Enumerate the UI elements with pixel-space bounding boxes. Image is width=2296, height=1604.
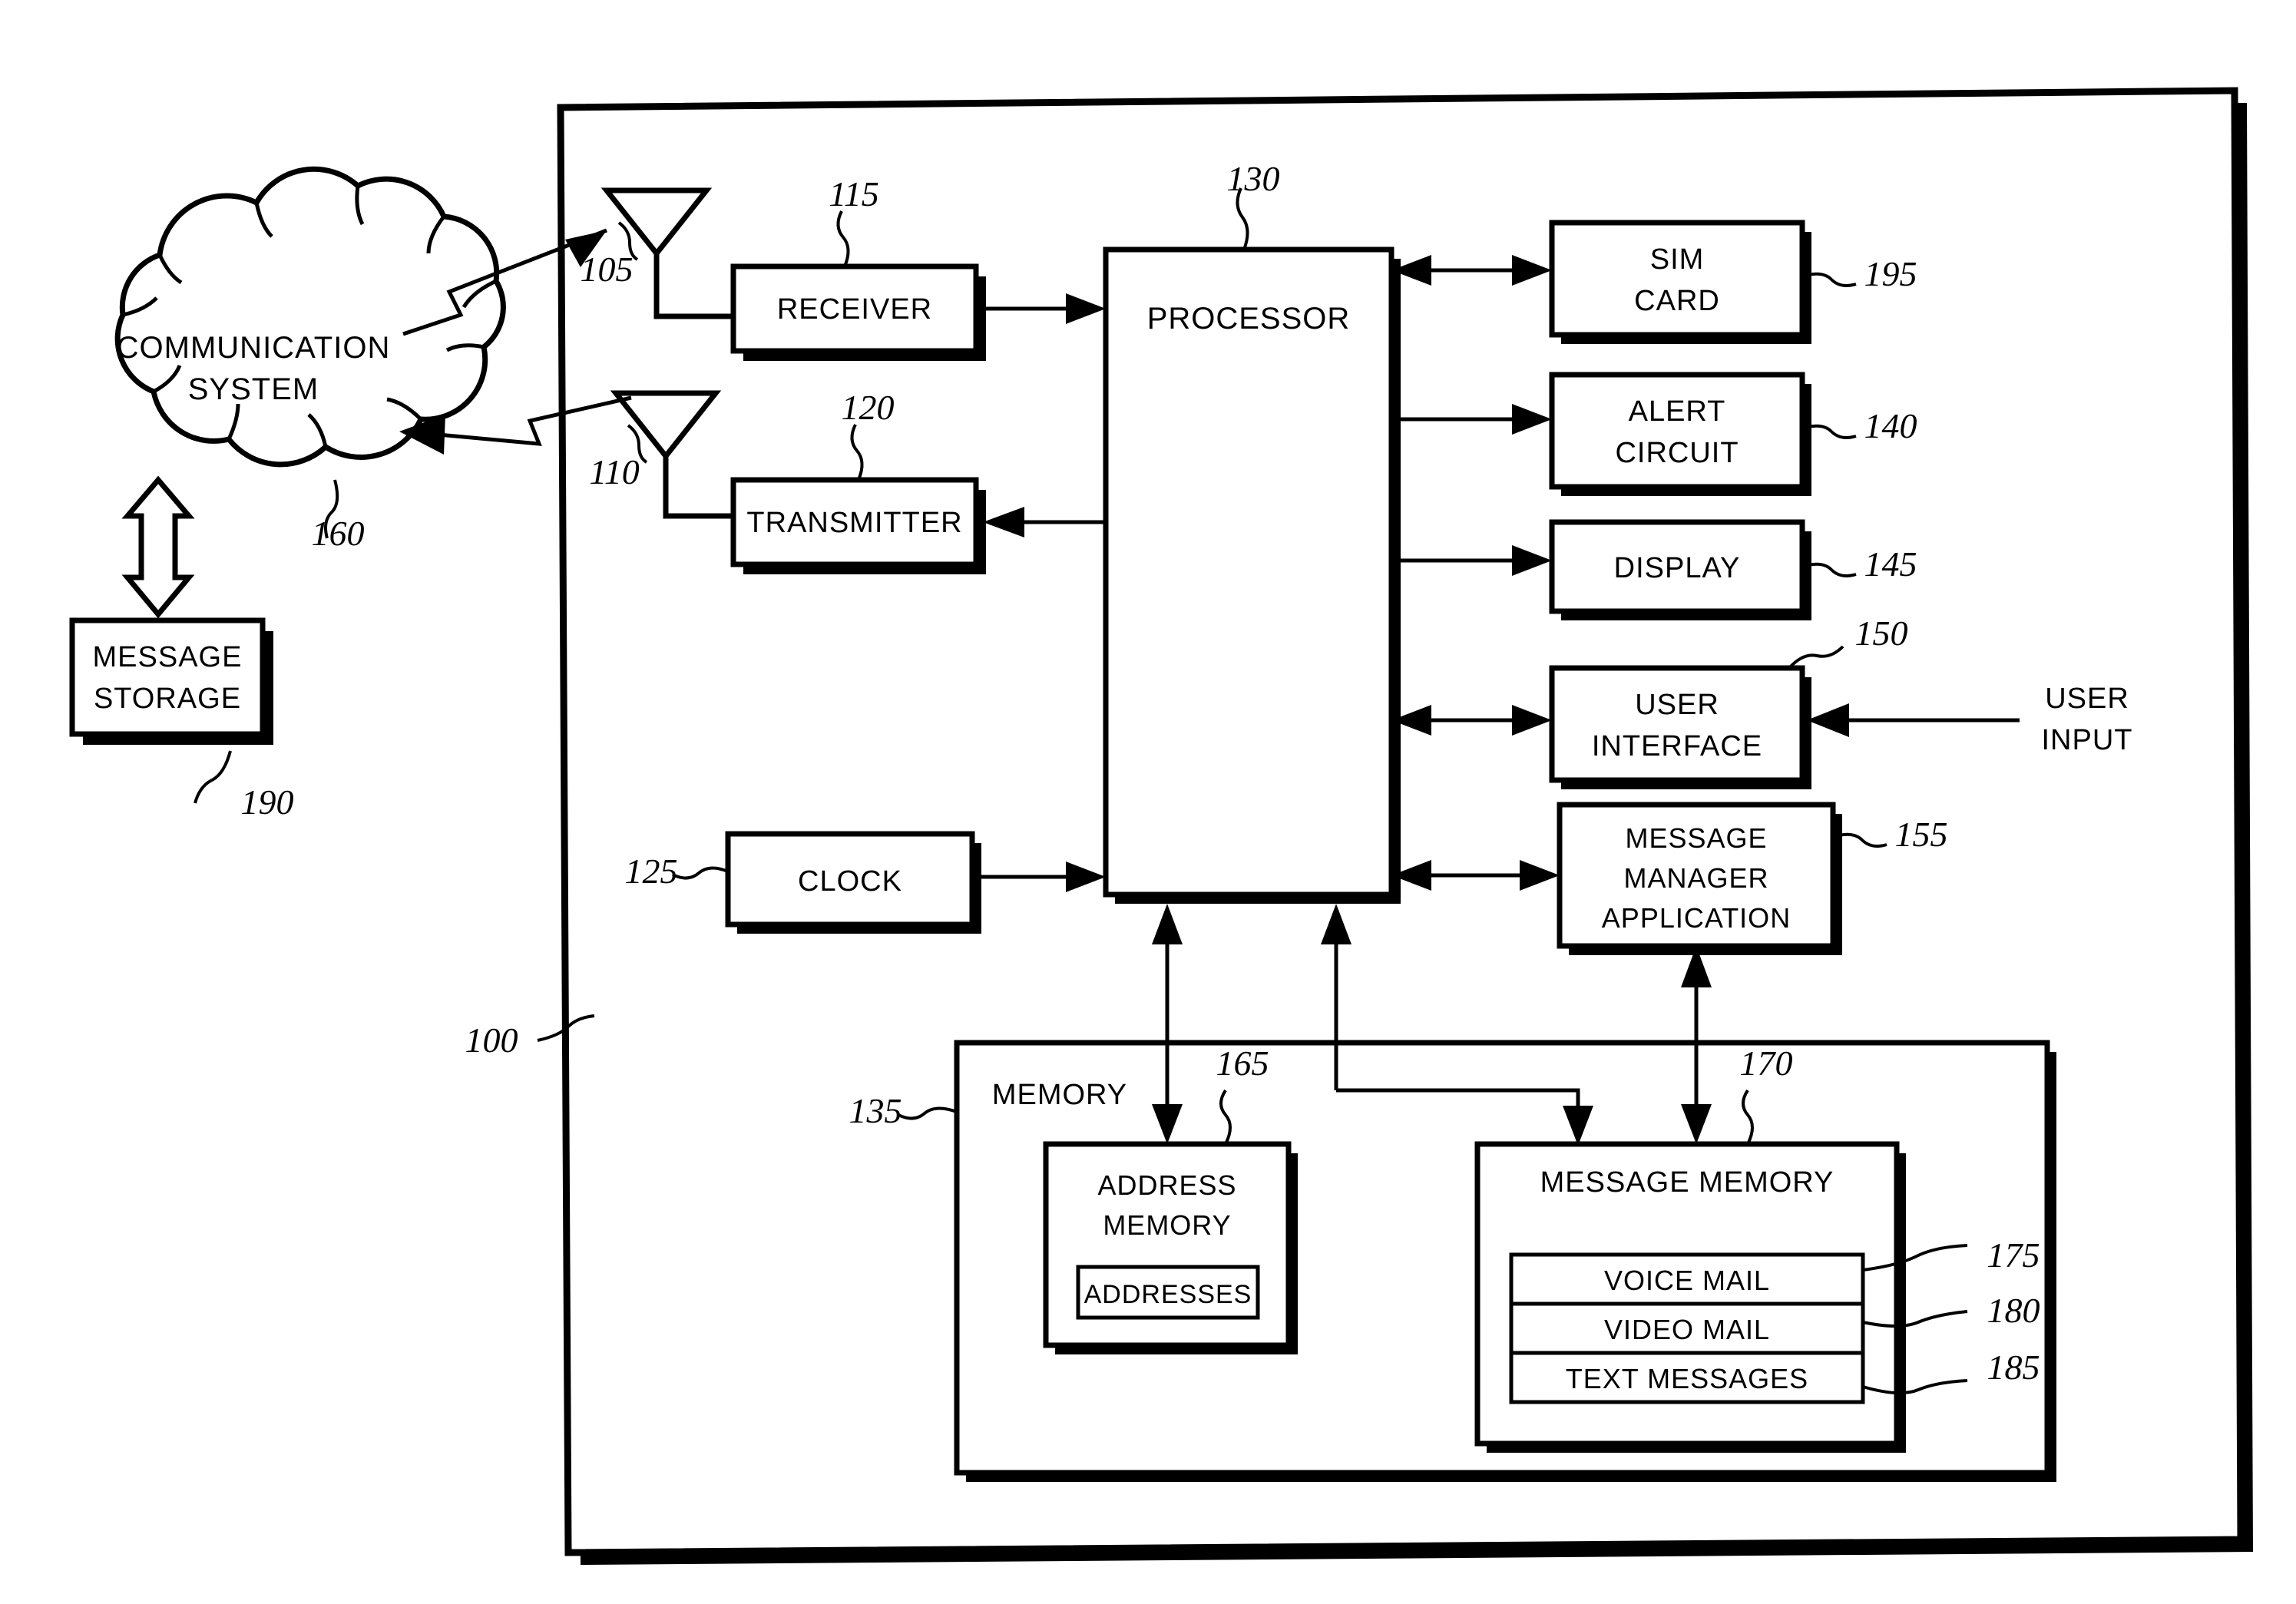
message-memory-label: MESSAGE MEMORY <box>1540 1166 1834 1199</box>
message-manager-line3: APPLICATION <box>1602 902 1791 934</box>
user-input-line1: USER <box>2045 683 2129 715</box>
message-memory-block: MESSAGE MEMORY VOICE MAIL VIDEO MAIL TEX… <box>1474 1141 1906 1453</box>
ref-170: 170 <box>1740 1043 1793 1083</box>
receiver-label: RECEIVER <box>777 293 932 326</box>
message-storage-line2: STORAGE <box>94 683 241 715</box>
user-interface-line2: INTERFACE <box>1592 730 1762 762</box>
addresses-label: ADDRESSES <box>1084 1280 1252 1309</box>
address-memory-block: ADDRESS MEMORY ADDRESSES <box>1043 1141 1298 1354</box>
ref-185: 185 <box>1987 1348 2040 1387</box>
ref-155: 155 <box>1895 815 1948 854</box>
text-messages-label: TEXT MESSAGES <box>1566 1363 1808 1394</box>
cloud-storage-double-arrow <box>121 475 195 619</box>
ref-195: 195 <box>1864 254 1917 293</box>
processor-block: PROCESSOR <box>1103 246 1401 904</box>
communication-system-cloud: COMMUNICATION SYSTEM <box>114 166 506 468</box>
ref-160: 160 <box>312 514 365 553</box>
ref-105: 105 <box>581 250 634 289</box>
leader-190 <box>194 750 232 804</box>
ref-130: 130 <box>1227 159 1280 198</box>
clock-label: CLOCK <box>798 865 902 898</box>
ref-100: 100 <box>465 1020 518 1060</box>
cloud-line2: SYSTEM <box>188 372 319 406</box>
patent-block-diagram: 100 COMMUNICATION SYSTEM 160 MESSAGE STO… <box>69 87 2253 1565</box>
sim-card-line2: CARD <box>1634 285 1720 317</box>
video-mail-label: VIDEO MAIL <box>1604 1314 1770 1345</box>
voice-mail-label: VOICE MAIL <box>1604 1265 1770 1296</box>
clock-block: CLOCK <box>725 831 981 934</box>
ref-115: 115 <box>829 174 879 213</box>
ref-135: 135 <box>849 1091 902 1130</box>
cloud-line1: COMMUNICATION <box>117 331 391 365</box>
message-manager-block: MESSAGE MANAGER APPLICATION <box>1557 802 1842 955</box>
ref-120: 120 <box>842 388 895 427</box>
alert-circuit-block: ALERT CIRCUIT <box>1549 372 1811 496</box>
display-label: DISPLAY <box>1614 552 1741 584</box>
message-storage-block: MESSAGE STORAGE <box>69 617 273 745</box>
transmitter-label: TRANSMITTER <box>746 507 962 539</box>
ref-140: 140 <box>1864 406 1917 445</box>
address-memory-line1: ADDRESS <box>1097 1169 1236 1201</box>
ref-190: 190 <box>241 782 294 822</box>
alert-circuit-line1: ALERT <box>1629 395 1726 428</box>
transmitter-block: TRANSMITTER <box>730 477 986 574</box>
display-block: DISPLAY <box>1549 519 1811 620</box>
ref-175: 175 <box>1987 1235 2040 1275</box>
ref-110: 110 <box>589 452 640 491</box>
sim-card-line1: SIM <box>1650 243 1705 276</box>
message-manager-line1: MESSAGE <box>1625 822 1767 854</box>
user-input-line2: INPUT <box>2042 724 2133 756</box>
ref-125: 125 <box>625 852 678 891</box>
figure-canvas: 100 COMMUNICATION SYSTEM 160 MESSAGE STO… <box>0 0 2296 1604</box>
receiver-block: RECEIVER <box>730 263 986 361</box>
ref-165: 165 <box>1216 1043 1269 1083</box>
ref-180: 180 <box>1987 1291 2040 1330</box>
ref-145: 145 <box>1864 544 1917 584</box>
message-storage-line1: MESSAGE <box>93 641 243 673</box>
user-interface-line1: USER <box>1635 689 1719 721</box>
sim-card-block: SIM CARD <box>1549 220 1811 344</box>
ref-150: 150 <box>1855 613 1908 653</box>
processor-label: PROCESSOR <box>1147 302 1351 336</box>
memory-label: MEMORY <box>992 1079 1127 1111</box>
user-interface-block: USER INTERFACE <box>1549 665 1811 789</box>
address-memory-line2: MEMORY <box>1103 1209 1231 1241</box>
alert-circuit-line2: CIRCUIT <box>1615 437 1739 469</box>
message-manager-line2: MANAGER <box>1623 862 1768 894</box>
